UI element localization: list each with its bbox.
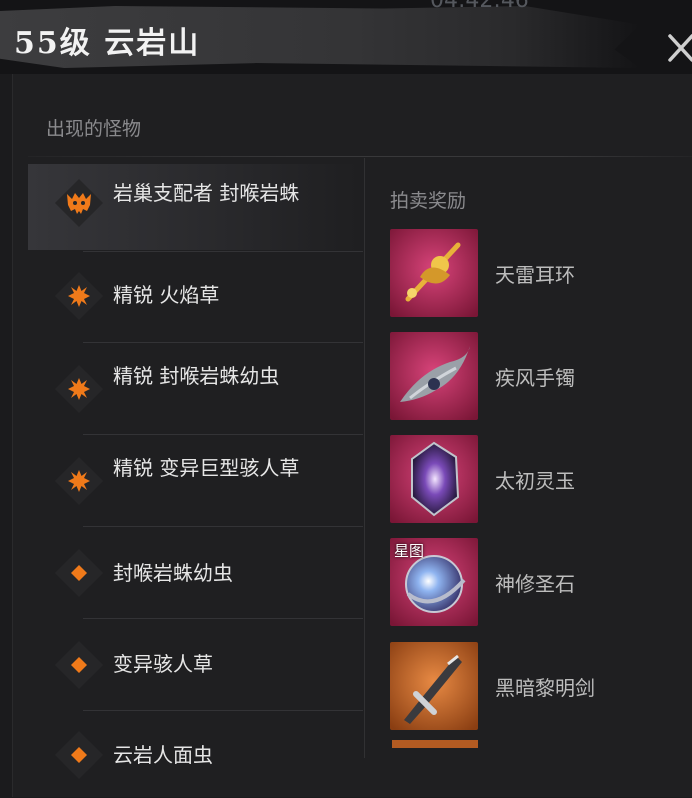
row-divider bbox=[83, 342, 363, 343]
reward-name: 疾风手镯 bbox=[495, 366, 575, 390]
reward-name: 太初灵玉 bbox=[495, 469, 575, 493]
reward-tag: 星图 bbox=[394, 542, 425, 560]
row-divider bbox=[83, 251, 363, 252]
reward-item[interactable]: 疾风手镯 bbox=[390, 332, 680, 424]
row-divider bbox=[83, 434, 363, 435]
normal-rank-icon bbox=[54, 548, 104, 598]
monster-row-elite[interactable]: 精锐 火焰草 bbox=[28, 253, 358, 341]
reward-item[interactable]: 太初灵玉 bbox=[390, 435, 680, 527]
elite-rank-icon bbox=[54, 364, 104, 414]
next-reward-edge bbox=[392, 740, 478, 748]
reward-name: 天雷耳环 bbox=[495, 263, 575, 287]
monster-row-elite[interactable]: 精锐 封喉岩蛛幼虫 bbox=[28, 344, 358, 434]
monster-name: 云岩人面虫 bbox=[113, 743, 213, 767]
row-divider bbox=[83, 526, 363, 527]
earring-icon bbox=[390, 229, 478, 317]
monster-name: 精锐 封喉岩蛛幼虫 bbox=[113, 364, 280, 388]
page-title: 55级 云岩山 bbox=[14, 26, 201, 61]
elite-rank-icon bbox=[54, 456, 104, 506]
reward-name: 黑暗黎明剑 bbox=[495, 676, 595, 700]
monster-name: 变异骇人草 bbox=[113, 652, 213, 676]
row-divider bbox=[83, 618, 363, 619]
orb-icon: 星图 bbox=[390, 538, 478, 626]
clock-readout: 04:42:46 bbox=[430, 0, 529, 13]
elite-rank-icon bbox=[54, 271, 104, 321]
sword-icon bbox=[390, 642, 478, 730]
reward-item[interactable]: 黑暗黎明剑 bbox=[390, 642, 680, 734]
monster-name: 岩巢支配者 封喉岩蛛 bbox=[113, 181, 300, 205]
auction-section-label: 拍卖奖励 bbox=[390, 190, 467, 212]
normal-rank-icon bbox=[54, 730, 104, 780]
close-icon bbox=[668, 34, 692, 62]
monster-name: 精锐 变异巨型骇人草 bbox=[113, 456, 300, 480]
divider bbox=[28, 156, 692, 157]
close-button[interactable] bbox=[664, 30, 692, 66]
reward-item[interactable]: 天雷耳环 bbox=[390, 229, 680, 321]
monster-name: 封喉岩蛛幼虫 bbox=[113, 561, 233, 585]
monster-row-elite[interactable]: 精锐 变异巨型骇人草 bbox=[28, 436, 358, 526]
boss-rank-icon bbox=[54, 178, 104, 228]
column-divider bbox=[364, 158, 365, 758]
monsters-section-label: 出现的怪物 bbox=[46, 118, 142, 140]
title-bar: 04:42:46 55级 云岩山 bbox=[0, 0, 692, 74]
monster-row-boss[interactable]: 岩巢支配者 封喉岩蛛 bbox=[28, 164, 358, 250]
reward-item[interactable]: 星图 神修圣石 bbox=[390, 538, 680, 630]
row-divider bbox=[83, 710, 363, 711]
monster-row-normal[interactable]: 封喉岩蛛幼虫 bbox=[28, 528, 358, 618]
normal-rank-icon bbox=[54, 640, 104, 690]
monster-row-normal[interactable]: 云岩人面虫 bbox=[28, 712, 358, 798]
reward-name: 神修圣石 bbox=[495, 572, 575, 596]
jade-icon bbox=[390, 435, 478, 523]
monster-name: 精锐 火焰草 bbox=[113, 283, 220, 307]
bracelet-icon bbox=[390, 332, 478, 420]
monster-row-normal[interactable]: 变异骇人草 bbox=[28, 620, 358, 710]
